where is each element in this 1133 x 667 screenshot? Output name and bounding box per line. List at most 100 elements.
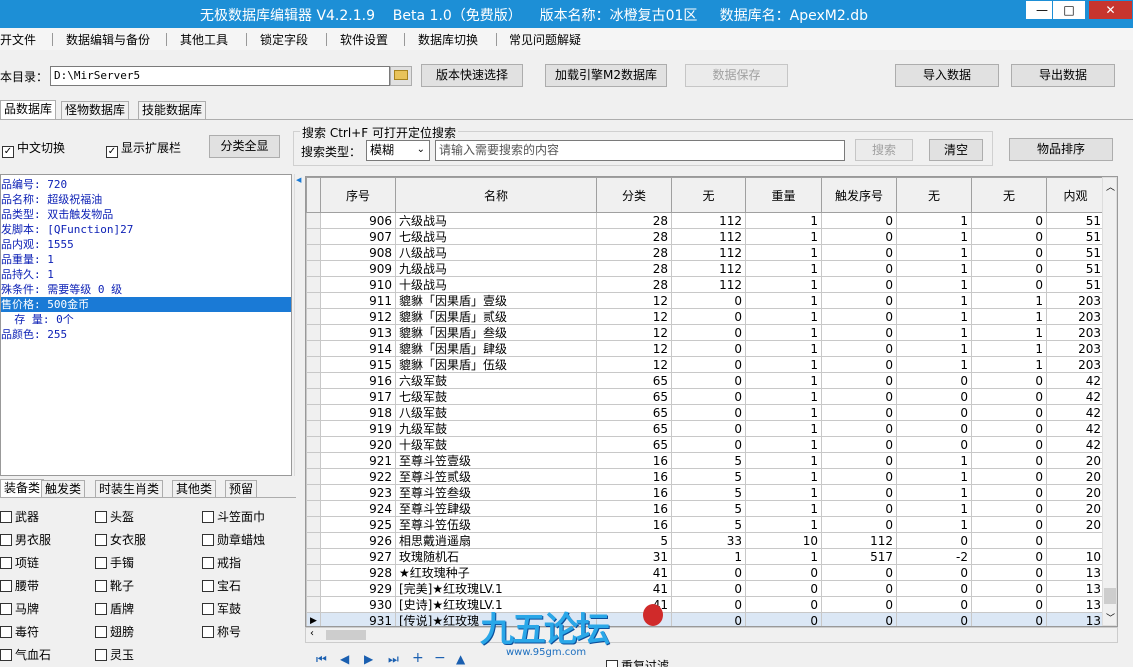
category-checkbox[interactable]: 手镯 xyxy=(95,554,134,571)
table-cell[interactable]: 0 xyxy=(821,420,897,437)
last-record-icon[interactable]: ⏭ xyxy=(388,652,399,667)
row-indicator[interactable] xyxy=(306,484,321,501)
table-cell[interactable]: 922 xyxy=(320,468,396,485)
table-cell[interactable]: 1 xyxy=(745,468,822,485)
table-cell[interactable]: 20 xyxy=(1046,452,1105,469)
table-cell[interactable]: 0 xyxy=(896,596,972,613)
row-indicator[interactable] xyxy=(306,580,321,597)
table-cell[interactable]: 5 xyxy=(671,484,746,501)
column-header[interactable]: 名称 xyxy=(395,177,597,213)
dir-input[interactable]: D:\MirServer5 xyxy=(50,66,390,86)
table-cell[interactable]: 5 xyxy=(671,452,746,469)
table-cell[interactable]: 0 xyxy=(821,484,897,501)
category-checkbox[interactable]: 勋章蜡烛 xyxy=(202,531,265,548)
table-cell[interactable]: 0 xyxy=(971,276,1047,293)
table-cell[interactable]: 1 xyxy=(745,388,822,405)
column-header[interactable]: 内观 xyxy=(1046,177,1105,213)
table-cell[interactable]: 0 xyxy=(896,532,972,549)
table-row[interactable]: 923 至尊斗笠叁级 16 5 1 0 1 0 20 xyxy=(306,484,1112,501)
table-cell[interactable]: -2 xyxy=(896,548,972,565)
table-cell[interactable]: 0 xyxy=(896,420,972,437)
tab-monster-db[interactable]: 怪物数据库 xyxy=(61,101,130,119)
category-checkbox[interactable]: 马牌 xyxy=(0,600,39,617)
table-cell[interactable]: 九级战马 xyxy=(395,260,597,277)
table-cell[interactable]: 1 xyxy=(896,484,972,501)
table-cell[interactable]: 0 xyxy=(671,372,746,389)
table-cell[interactable]: 931 xyxy=(320,612,396,626)
table-cell[interactable]: 0 xyxy=(671,324,746,341)
table-cell[interactable]: 51 xyxy=(1046,276,1105,293)
table-row[interactable]: 911 貔貅「因果盾」壹级 12 0 1 0 1 1 203 xyxy=(306,292,1112,309)
table-cell[interactable]: 0 xyxy=(671,340,746,357)
table-cell[interactable]: 12 xyxy=(596,356,672,373)
table-row[interactable]: 917 七级军鼓 65 0 1 0 0 0 42 xyxy=(306,388,1112,405)
table-cell[interactable]: 51 xyxy=(1046,228,1105,245)
table-cell[interactable]: 930 xyxy=(320,596,396,613)
table-cell[interactable]: 1 xyxy=(745,228,822,245)
table-cell[interactable]: 0 xyxy=(896,580,972,597)
table-row[interactable]: 909 九级战马 28 112 1 0 1 0 51 xyxy=(306,260,1112,277)
table-cell[interactable]: 0 xyxy=(671,292,746,309)
table-row[interactable]: 925 至尊斗笠伍级 16 5 1 0 1 0 20 xyxy=(306,516,1112,533)
table-row[interactable]: 907 七级战马 28 112 1 0 1 0 51 xyxy=(306,228,1112,245)
table-cell[interactable]: 51 xyxy=(1046,244,1105,261)
table-cell[interactable]: ★红玫瑰种子 xyxy=(395,564,597,581)
table-row[interactable]: 928 ★红玫瑰种子 41 0 0 0 0 0 13 xyxy=(306,564,1112,581)
row-indicator[interactable] xyxy=(306,308,321,325)
table-cell[interactable]: 貔貅「因果盾」壹级 xyxy=(395,292,597,309)
table-cell[interactable]: 41 xyxy=(596,596,672,613)
row-indicator[interactable] xyxy=(306,420,321,437)
table-cell[interactable]: 10 xyxy=(745,532,822,549)
table-cell[interactable]: 5 xyxy=(671,500,746,517)
row-indicator[interactable] xyxy=(306,260,321,277)
cn-switch-checkbox[interactable]: ✓ 中文切换 xyxy=(2,139,65,158)
table-cell[interactable]: 0 xyxy=(821,404,897,421)
table-cell[interactable]: 1 xyxy=(896,228,972,245)
clear-button[interactable]: 清空 xyxy=(929,139,983,161)
table-cell[interactable]: 16 xyxy=(596,516,672,533)
table-row[interactable]: 910 十级战马 28 112 1 0 1 0 51 xyxy=(306,276,1112,293)
table-cell[interactable]: 0 xyxy=(671,356,746,373)
table-row[interactable]: 927 玫瑰随机石 31 1 1 517 -2 0 10 xyxy=(306,548,1112,565)
table-cell[interactable]: 33 xyxy=(671,532,746,549)
table-cell[interactable]: 1 xyxy=(745,260,822,277)
table-cell[interactable]: 0 xyxy=(821,228,897,245)
table-cell[interactable]: 0 xyxy=(671,596,746,613)
table-cell[interactable]: 0 xyxy=(745,596,822,613)
row-indicator[interactable] xyxy=(306,212,321,229)
table-cell[interactable]: 65 xyxy=(596,388,672,405)
table-cell[interactable]: 5 xyxy=(596,532,672,549)
prev-record-icon[interactable]: ◀ xyxy=(340,652,349,666)
table-cell[interactable]: 914 xyxy=(320,340,396,357)
table-cell[interactable]: 203 xyxy=(1046,356,1105,373)
add-record-icon[interactable]: + xyxy=(412,650,424,666)
table-cell[interactable]: 1 xyxy=(745,292,822,309)
row-indicator[interactable] xyxy=(306,452,321,469)
row-indicator[interactable] xyxy=(306,324,321,341)
table-cell[interactable]: 917 xyxy=(320,388,396,405)
table-cell[interactable]: 923 xyxy=(320,484,396,501)
table-cell[interactable]: 13 xyxy=(1046,564,1105,581)
category-checkbox[interactable]: 气血石 xyxy=(0,646,51,663)
table-cell[interactable]: 1 xyxy=(745,404,822,421)
table-cell[interactable]: 0 xyxy=(971,516,1047,533)
table-cell[interactable]: 42 xyxy=(1046,388,1105,405)
save-data-button[interactable]: 数据保存 xyxy=(685,64,788,87)
table-cell[interactable]: 908 xyxy=(320,244,396,261)
table-cell[interactable]: 203 xyxy=(1046,340,1105,357)
table-cell[interactable]: 1 xyxy=(971,356,1047,373)
table-cell[interactable]: 65 xyxy=(596,404,672,421)
show-ext-checkbox[interactable]: ✓ 显示扩展栏 xyxy=(106,139,181,158)
search-input[interactable]: 请输入需要搜索的内容 xyxy=(435,140,845,161)
table-row[interactable]: 912 貔貅「因果盾」贰级 12 0 1 0 1 1 203 xyxy=(306,308,1112,325)
table-cell[interactable]: 0 xyxy=(971,564,1047,581)
table-cell[interactable]: [传说]★红玫瑰 xyxy=(395,612,597,626)
table-cell[interactable]: 0 xyxy=(821,292,897,309)
table-cell[interactable]: 1 xyxy=(971,308,1047,325)
table-cell[interactable]: 16 xyxy=(596,500,672,517)
table-cell[interactable]: 1 xyxy=(745,372,822,389)
table-row[interactable]: 926 相思戴逍遥扇 5 33 10 112 0 0 xyxy=(306,532,1112,549)
table-cell[interactable]: 0 xyxy=(821,516,897,533)
table-cell[interactable]: 0 xyxy=(971,244,1047,261)
row-indicator[interactable] xyxy=(306,244,321,261)
